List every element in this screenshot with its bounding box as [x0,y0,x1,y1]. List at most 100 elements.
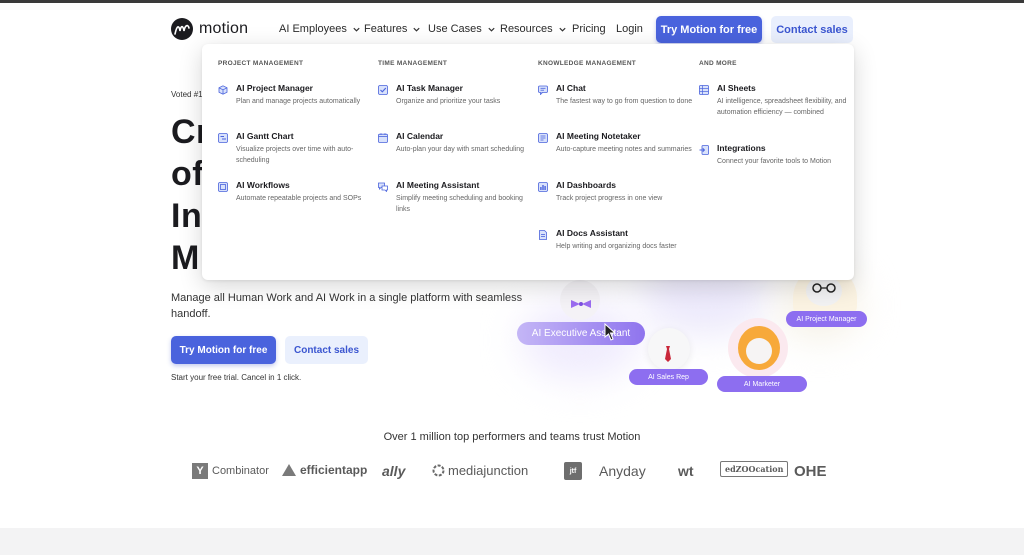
nav-ai-employees[interactable]: AI Employees [279,23,361,35]
menu-description: Plan and manage projects automatically [236,98,361,105]
chevron-down-icon [413,27,421,32]
nav-login-label: Login [616,23,643,35]
sales-rep-label: AI Sales Rep [629,369,708,385]
nav-login[interactable]: Login [616,23,643,35]
menu-title: AI Dashboards [556,180,616,190]
chat-icon [538,85,548,95]
customer-logos: Y Combinator efficientapp ally mediajunc… [192,458,832,484]
sheet-icon [699,85,709,95]
document-icon [539,230,547,240]
nav-use-cases[interactable]: Use Cases [428,23,496,35]
nav-features-label: Features [364,23,408,35]
hero-headline-line-3: In [171,197,203,235]
glasses-icon [812,283,836,293]
menu-ai-workflows[interactable]: AI Workflows Automate repeatable project… [218,180,378,216]
menu-title: AI Sheets [717,83,756,93]
menu-description: Connect your favorite tools to Motion [717,158,832,165]
column-heading: PROJECT MANAGEMENT [218,60,304,67]
menu-ai-chat[interactable]: AI Chat The fastest way to go from quest… [538,83,698,119]
menu-description: Help writing and organizing docs faster [556,243,677,250]
brand-logo[interactable]: motion [171,18,248,40]
nav-use-cases-label: Use Cases [428,23,482,35]
menu-ai-sheets[interactable]: AI Sheets AI intelligence, spreadsheet f… [699,83,859,131]
browser-top-edge [0,0,1024,3]
menu-description: Automate repeatable projects and SOPs [236,195,362,202]
gantt-icon [218,133,228,143]
mouse-cursor-icon [604,323,617,341]
motion-logo-icon [171,18,193,40]
menu-description: Auto-plan your day with smart scheduling [396,146,525,153]
nav-resources-label: Resources [500,23,553,35]
ai-employees-dropdown: PROJECT MANAGEMENT AI Project Manager Pl… [202,44,854,280]
edzoocation-logo: edZOOcation [720,461,789,477]
integrations-icon [699,145,709,155]
trust-heading: Over 1 million top performers and teams … [383,431,641,443]
project-manager-label: AI Project Manager [786,311,867,327]
hero-contact-sales-button[interactable]: Contact sales [285,336,368,364]
task-check-icon [378,85,388,95]
mediajunction-logo: mediajunction [432,463,528,478]
contact-sales-button[interactable]: Contact sales [771,16,853,43]
menu-title: Integrations [717,143,766,153]
column-heading: AND MORE [699,60,737,67]
menu-description: The fastest way to go from question to d… [556,98,693,105]
hero-subtitle: Manage all Human Work and AI Work in a s… [171,292,523,320]
hero-headline-line-2: of [171,155,205,193]
executive-assistant-label: AI Executive Assistant [517,322,645,345]
marketer-face [746,338,772,364]
nav-ai-employees-label: AI Employees [279,23,347,35]
hero-try-free-button[interactable]: Try Motion for free [171,336,276,364]
menu-title: AI Project Manager [236,83,313,93]
menu-description: Visualize projects over time with auto-s… [236,146,354,164]
menu-title: AI Docs Assistant [556,228,628,238]
chat-bubbles-icon [378,182,388,192]
cube-icon [218,85,228,95]
jtf-logo: jtf [564,462,582,480]
menu-ai-meeting-assistant[interactable]: AI Meeting Assistant Simplify meeting sc… [378,180,538,216]
voted-badge: Voted #1 [171,90,203,99]
marketer-label: AI Marketer [717,376,807,392]
wt-logo: wt [678,463,694,479]
ohe-logo: OHE [794,463,827,480]
chevron-down-icon [353,27,360,32]
efficientapp-mark-icon [282,464,296,476]
menu-ai-gantt-chart[interactable]: AI Gantt Chart Visualize projects over t… [218,131,378,167]
chevron-down-icon [488,27,495,32]
menu-ai-calendar[interactable]: AI Calendar Auto-plan your day with smar… [378,131,538,167]
menu-integrations[interactable]: Integrations Connect your favorite tools… [699,143,859,179]
menu-description: Track project progress in one view [556,195,663,202]
trial-note: Start your free trial. Cancel in 1 click… [171,373,302,382]
column-heading: KNOWLEDGE MANAGEMENT [538,60,637,67]
ally-logo: ally [382,463,406,479]
menu-ai-project-manager[interactable]: AI Project Manager Plan and manage proje… [218,83,378,119]
nav-features[interactable]: Features [364,23,421,35]
ycombinator-logo: Y Combinator [192,463,269,479]
necktie-icon [665,346,671,362]
menu-ai-dashboards[interactable]: AI Dashboards Track project progress in … [538,180,698,216]
menu-title: AI Calendar [396,131,444,141]
nav-resources[interactable]: Resources [500,23,567,35]
nav-pricing[interactable]: Pricing [572,23,606,35]
dashboard-icon [538,182,548,192]
menu-ai-task-manager[interactable]: AI Task Manager Organize and prioritize … [378,83,538,119]
efficientapp-logo: efficientapp [281,463,367,477]
menu-title: AI Gantt Chart [236,131,294,141]
menu-ai-docs-assistant[interactable]: AI Docs Assistant Help writing and organ… [538,228,698,264]
menu-description: Organize and prioritize your tasks [396,98,501,105]
brand-name: motion [199,20,249,37]
calendar-icon [378,133,388,143]
bowtie-icon [571,300,591,308]
nav-pricing-label: Pricing [572,23,606,35]
hero-headline-line-4: M [171,239,200,277]
anyday-logo: Anyday [599,463,646,479]
next-section-band [0,528,1024,555]
menu-title: AI Meeting Notetaker [556,131,641,141]
notetaker-icon [538,133,548,143]
menu-description: Simplify meeting scheduling and booking … [396,195,523,213]
workflow-icon [218,182,228,192]
menu-description: AI intelligence, spreadsheet flexibility… [717,98,847,116]
menu-ai-meeting-notetaker[interactable]: AI Meeting Notetaker Auto-capture meetin… [538,131,698,167]
menu-title: AI Meeting Assistant [396,180,480,190]
top-navigation: motion AI Employees Features Use Cases R… [0,14,1024,44]
try-motion-free-button[interactable]: Try Motion for free [656,16,762,43]
